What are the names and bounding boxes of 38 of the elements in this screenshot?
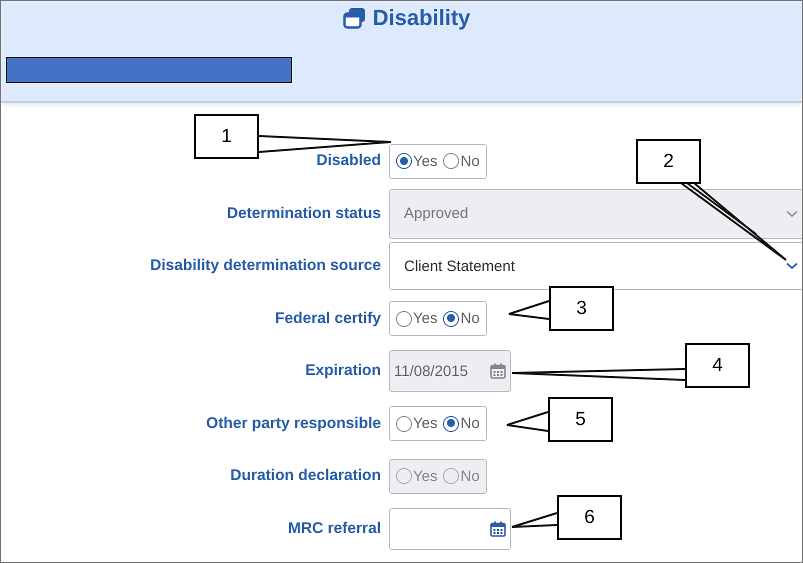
callout-box: 2 — [636, 139, 701, 184]
calendar-icon[interactable] — [490, 520, 506, 537]
radio-button[interactable] — [396, 153, 412, 170]
callout-box: 1 — [194, 114, 259, 159]
option-label: No — [460, 468, 480, 485]
radio-button[interactable] — [443, 153, 460, 170]
leader-line — [506, 411, 548, 432]
windows-icon — [342, 7, 367, 29]
option-label: Yes — [413, 310, 438, 328]
callout-box: 5 — [548, 397, 613, 442]
field-label: Federal certify — [274, 310, 381, 328]
callout-box: 6 — [557, 495, 622, 540]
chevron-icon — [786, 262, 798, 270]
date-field[interactable] — [389, 508, 511, 550]
leader-line — [508, 300, 550, 320]
field-label: Duration declaration — [229, 467, 381, 486]
option-label: Yes — [413, 415, 438, 432]
field-label: Disability determination source — [149, 257, 381, 276]
leader-line — [511, 512, 558, 528]
callout-box: 4 — [685, 343, 750, 388]
radio-button[interactable] — [396, 416, 412, 432]
field-label: MRC referral — [286, 520, 381, 538]
chevron-icon — [786, 210, 798, 218]
dropdown-field[interactable]: Client Statement — [389, 242, 802, 290]
radio-button[interactable] — [443, 310, 460, 327]
option-label: No — [460, 152, 480, 170]
radio-button[interactable] — [396, 310, 412, 327]
page-title: Disability — [372, 5, 470, 31]
field-label: Disabled — [315, 152, 381, 170]
option-label: Yes — [413, 468, 438, 485]
option-label: No — [460, 415, 480, 432]
field-label: Determination status — [226, 204, 381, 223]
callout-box: 3 — [549, 286, 614, 331]
option-label: No — [460, 310, 480, 328]
option-label: Yes — [413, 152, 438, 170]
field-label: Other party responsible — [205, 414, 381, 433]
radio-button[interactable] — [443, 416, 460, 432]
field-label: Expiration — [304, 362, 381, 380]
